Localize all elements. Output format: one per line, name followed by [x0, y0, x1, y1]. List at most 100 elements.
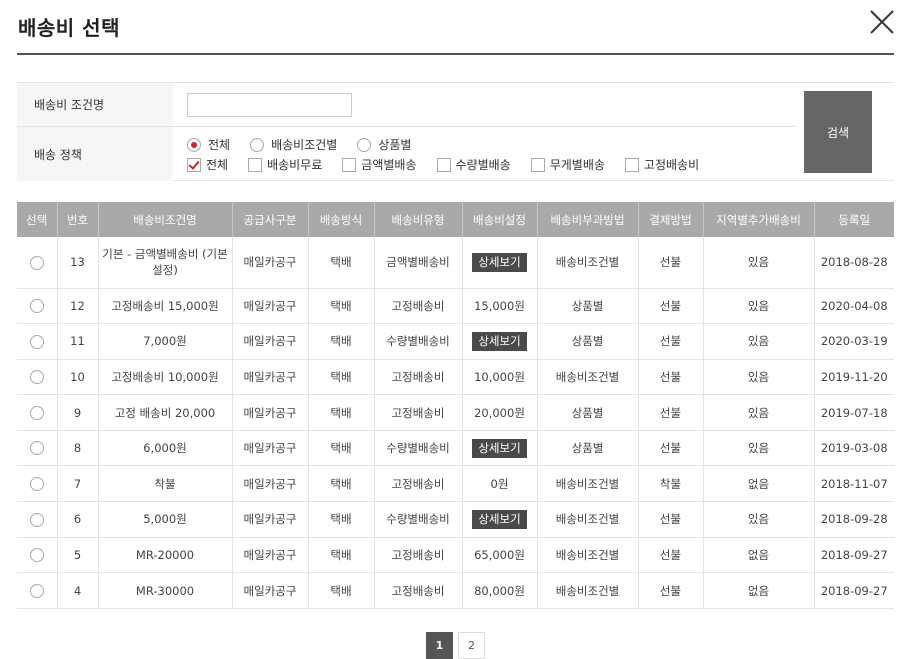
- payment-method: 선불: [637, 572, 703, 609]
- policy-radio-2[interactable]: 상품별: [357, 136, 411, 153]
- fee-type: 고정배송비: [373, 394, 462, 431]
- select-cell[interactable]: [17, 323, 57, 360]
- row-select-radio[interactable]: [29, 334, 44, 349]
- condition-name: 고정 배송비 20,000: [97, 394, 232, 431]
- page-link-2[interactable]: 2: [458, 632, 485, 659]
- registered-date: 2018-11-07: [813, 465, 894, 503]
- row-number: 11: [56, 323, 98, 360]
- select-cell[interactable]: [17, 288, 57, 325]
- select-cell[interactable]: [17, 537, 57, 574]
- registered-date: 2020-04-08: [813, 288, 894, 325]
- checkbox-icon[interactable]: [342, 157, 357, 172]
- row-number: 12: [56, 288, 98, 325]
- checkbox-icon[interactable]: [248, 157, 263, 172]
- policy-checkbox-2[interactable]: 금액별배송: [342, 156, 417, 173]
- row-select-radio[interactable]: [29, 441, 44, 456]
- row-select-radio[interactable]: [29, 255, 44, 270]
- charge-method: 배송비조건별: [536, 359, 638, 396]
- condition-name: 6,000원: [97, 430, 232, 467]
- search-row-policy: 배송 정책 전체 배송비조건별 상품별 전체 배송비무료 금액별배송 수량별배송 무게별배송…: [17, 127, 797, 181]
- row-number: 9: [56, 394, 98, 431]
- table-header-row: 선택 번호 배송비조건명 공급사구분 배송방식 배송비유형 배송비설정 배송비부과방법 결제방법…: [17, 202, 894, 237]
- row-select-radio[interactable]: [29, 512, 44, 527]
- shipping-method: 택배: [307, 537, 374, 574]
- table-row[interactable]: 8 6,000원 매일카공구 택배 수량별배송비 상세보기 상품별 선불 있음 2019-03-0…: [17, 430, 894, 467]
- radio-circle-icon[interactable]: [187, 137, 201, 152]
- shipping-method: 택배: [307, 465, 374, 503]
- regional-extra-fee: 있음: [702, 359, 814, 396]
- page-link-1[interactable]: 1: [426, 632, 453, 659]
- charge-method: 배송비조건별: [536, 237, 638, 289]
- table-row[interactable]: 11 7,000원 매일카공구 택배 수량별배송비 상세보기 상품별 선불 있음 2020-03-…: [17, 323, 894, 360]
- detail-view-button[interactable]: 상세보기: [472, 252, 527, 272]
- policy-checkbox-5[interactable]: 고정배송비: [624, 156, 699, 173]
- row-select-radio[interactable]: [29, 370, 44, 385]
- shipping-method: 택배: [307, 237, 374, 289]
- radio-circle-icon[interactable]: [357, 137, 372, 152]
- select-cell[interactable]: [17, 237, 57, 289]
- select-cell[interactable]: [17, 359, 57, 396]
- shipping-method: 택배: [307, 394, 374, 431]
- table-row[interactable]: 5 MR-20000 매일카공구 택배 고정배송비 65,000원 배송비조건별 선불 없음 20…: [17, 537, 894, 574]
- row-select-radio[interactable]: [29, 548, 44, 563]
- search-form: 배송비 조건명 배송 정책 전체 배송비조건별 상품별 전체 배송비무료 금액별배송 수량…: [17, 82, 894, 181]
- search-button[interactable]: 검색: [804, 91, 872, 173]
- row-number: 5: [56, 537, 98, 574]
- regional-extra-fee: 없음: [702, 572, 814, 609]
- policy-checkbox-3[interactable]: 수량별배송: [436, 156, 511, 173]
- fee-setting-cell[interactable]: 상세보기: [461, 430, 537, 467]
- row-select-radio[interactable]: [29, 583, 44, 598]
- table-row[interactable]: 6 5,000원 매일카공구 택배 수량별배송비 상세보기 배송비조건별 선불 있음 2018-0…: [17, 501, 894, 538]
- row-select-radio[interactable]: [29, 477, 44, 492]
- row-number: 6: [56, 501, 98, 538]
- table-row[interactable]: 12 고정배송비 15,000원 매일카공구 택배 고정배송비 15,000원 상품별 선불 있…: [17, 288, 894, 325]
- fee-type: 수량별배송비: [373, 501, 462, 538]
- detail-view-button[interactable]: 상세보기: [472, 331, 527, 351]
- table-row[interactable]: 10 고정배송비 10,000원 매일카공구 택배 고정배송비 10,000원 배송비조건별…: [17, 359, 894, 396]
- row-select-radio[interactable]: [29, 299, 44, 314]
- registered-date: 2019-11-20: [813, 359, 894, 396]
- select-cell[interactable]: [17, 394, 57, 431]
- policy-checkbox-label: 금액별배송: [361, 158, 417, 172]
- table-row[interactable]: 13 기본 - 금액별배송비 (기본설정) 매일카공구 택배 금액별배송비 상세보기 배송비…: [17, 237, 894, 289]
- search-row-name: 배송비 조건명: [17, 83, 797, 127]
- table-row[interactable]: 9 고정 배송비 20,000 매일카공구 택배 고정배송비 20,000원 상품별 선불 있음…: [17, 394, 894, 431]
- dialog-header: 배송비 선택: [0, 0, 910, 55]
- radio-circle-icon[interactable]: [250, 137, 265, 152]
- table-row[interactable]: 4 MR-30000 매일카공구 택배 고정배송비 80,000원 배송비조건별 선불 없음 20…: [17, 572, 894, 609]
- condition-name: 5,000원: [97, 501, 232, 538]
- payment-method: 착불: [637, 465, 703, 503]
- fee-type: 금액별배송비: [373, 237, 462, 289]
- charge-method: 배송비조건별: [536, 501, 638, 538]
- shipping-fee-table: 선택 번호 배송비조건명 공급사구분 배송방식 배송비유형 배송비설정 배송비부과방법 결제방법…: [17, 202, 894, 609]
- select-cell[interactable]: [17, 572, 57, 609]
- close-icon[interactable]: [868, 8, 896, 36]
- regional-extra-fee: 있음: [702, 394, 814, 431]
- table-row[interactable]: 7 착불 매일카공구 택배 고정배송비 0원 배송비조건별 착불 없음 2018-11-07: [17, 465, 894, 503]
- select-cell[interactable]: [17, 501, 57, 538]
- charge-method: 배송비조건별: [536, 537, 638, 574]
- header-divider: [17, 53, 894, 55]
- checkbox-icon[interactable]: [624, 157, 639, 172]
- policy-checkbox-1[interactable]: 배송비무료: [248, 156, 322, 173]
- column-header-2: 배송비조건명: [97, 202, 232, 237]
- supplier-type: 매일카공구: [231, 237, 308, 289]
- select-cell[interactable]: [17, 465, 57, 503]
- checkbox-icon[interactable]: [187, 157, 201, 172]
- policy-radio-0[interactable]: 전체: [187, 136, 230, 153]
- condition-name-input[interactable]: [187, 93, 352, 117]
- checkbox-icon[interactable]: [436, 157, 451, 172]
- policy-checkbox-4[interactable]: 무게별배송: [530, 156, 605, 173]
- row-select-radio[interactable]: [29, 405, 44, 420]
- select-cell[interactable]: [17, 430, 57, 467]
- detail-view-button[interactable]: 상세보기: [472, 509, 527, 529]
- row-number: 13: [56, 237, 98, 289]
- fee-setting-cell[interactable]: 상세보기: [461, 323, 537, 360]
- shipping-method: 택배: [307, 572, 374, 609]
- policy-radio-1[interactable]: 배송비조건별: [250, 136, 337, 153]
- fee-setting-cell[interactable]: 상세보기: [461, 501, 537, 538]
- fee-setting-cell[interactable]: 상세보기: [461, 237, 537, 289]
- policy-checkbox-0[interactable]: 전체: [187, 156, 228, 173]
- detail-view-button[interactable]: 상세보기: [472, 438, 527, 458]
- checkbox-icon[interactable]: [530, 157, 545, 172]
